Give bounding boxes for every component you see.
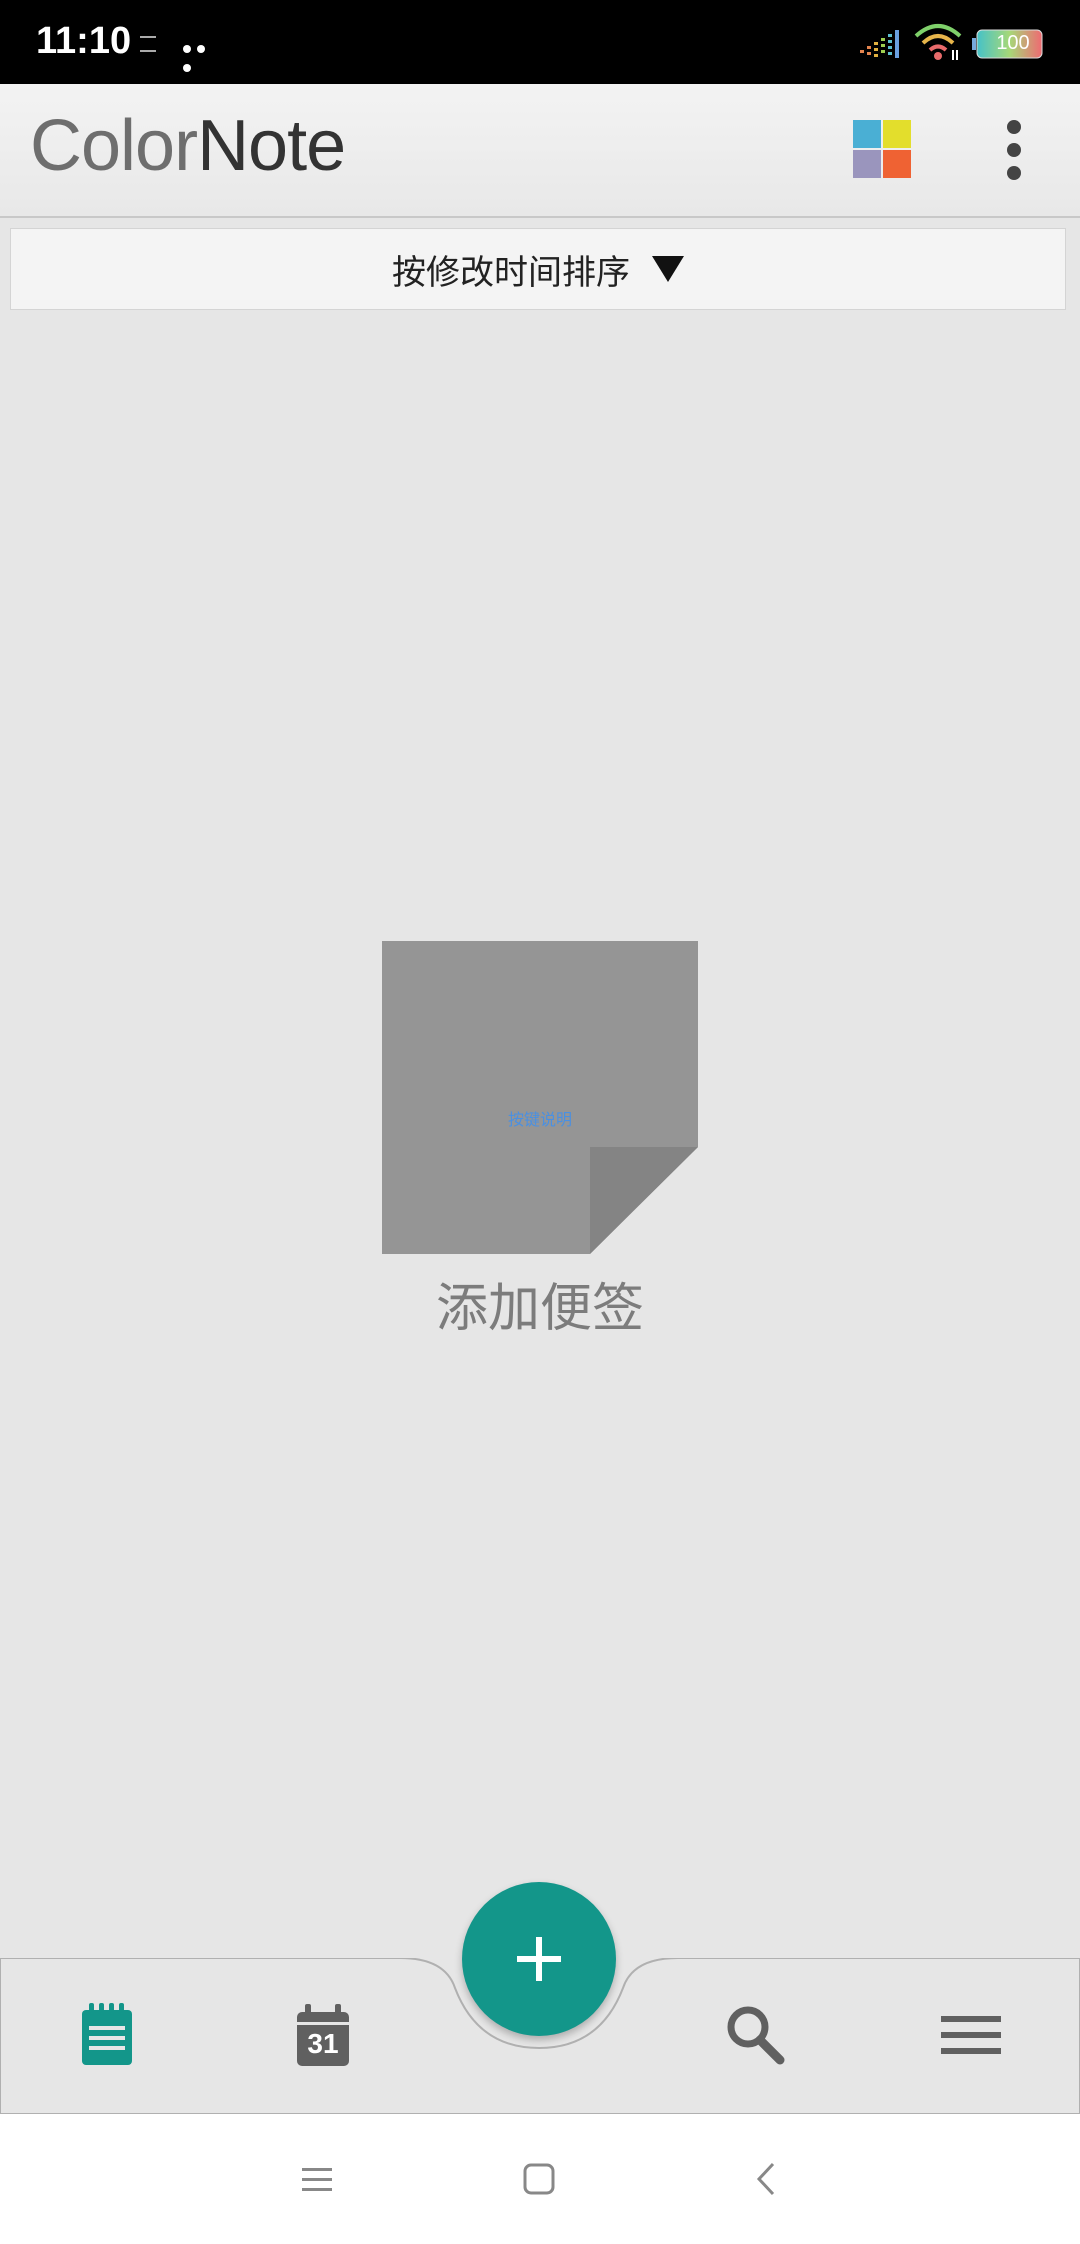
empty-note-illustration[interactable]: 按键说明 <box>382 941 698 1254</box>
more-options-icon[interactable] <box>998 120 1030 180</box>
search-icon[interactable] <box>720 2000 790 2070</box>
signal-icon <box>860 30 899 58</box>
status-time: 11:10 <box>36 20 132 62</box>
palette-swatch-orange <box>883 150 911 178</box>
notes-list-icon[interactable] <box>72 2000 142 2070</box>
empty-note-text: 按键说明 <box>507 1110 572 1129</box>
add-note-button[interactable] <box>462 1882 616 2036</box>
logo-text-note: Note <box>197 106 346 186</box>
home-icon[interactable] <box>514 2154 564 2204</box>
app-logo: ColorNote <box>30 110 346 182</box>
logo-text-color: Color <box>30 106 198 186</box>
palette-swatch-blue <box>853 120 881 148</box>
back-icon[interactable] <box>742 2154 792 2204</box>
calendar-icon[interactable]: 31 <box>288 2000 358 2070</box>
color-palette-button[interactable] <box>853 120 913 180</box>
calendar-day: 31 <box>307 2028 339 2059</box>
recent-apps-icon[interactable] <box>292 2154 342 2204</box>
notification-icon <box>140 36 156 52</box>
menu-icon[interactable] <box>936 2000 1006 2070</box>
palette-swatch-purple <box>853 150 881 178</box>
status-bar: 11:10 100 <box>0 0 1080 84</box>
dropdown-arrow-icon <box>652 256 684 282</box>
add-note-label[interactable]: 添加便签 <box>0 1266 1080 1341</box>
sort-dropdown[interactable]: 按修改时间排序 <box>10 228 1066 310</box>
battery-level: 100 <box>996 32 1030 54</box>
plus-icon <box>517 1937 561 1981</box>
palette-swatch-yellow <box>883 120 911 148</box>
app-header: ColorNote <box>0 84 1080 218</box>
sort-label: 按修改时间排序 <box>392 252 630 293</box>
note-paper-icon <box>382 941 698 1254</box>
more-notifications-icon <box>183 38 223 72</box>
system-navigation-bar <box>0 2114 1080 2244</box>
wifi-icon <box>914 24 962 60</box>
